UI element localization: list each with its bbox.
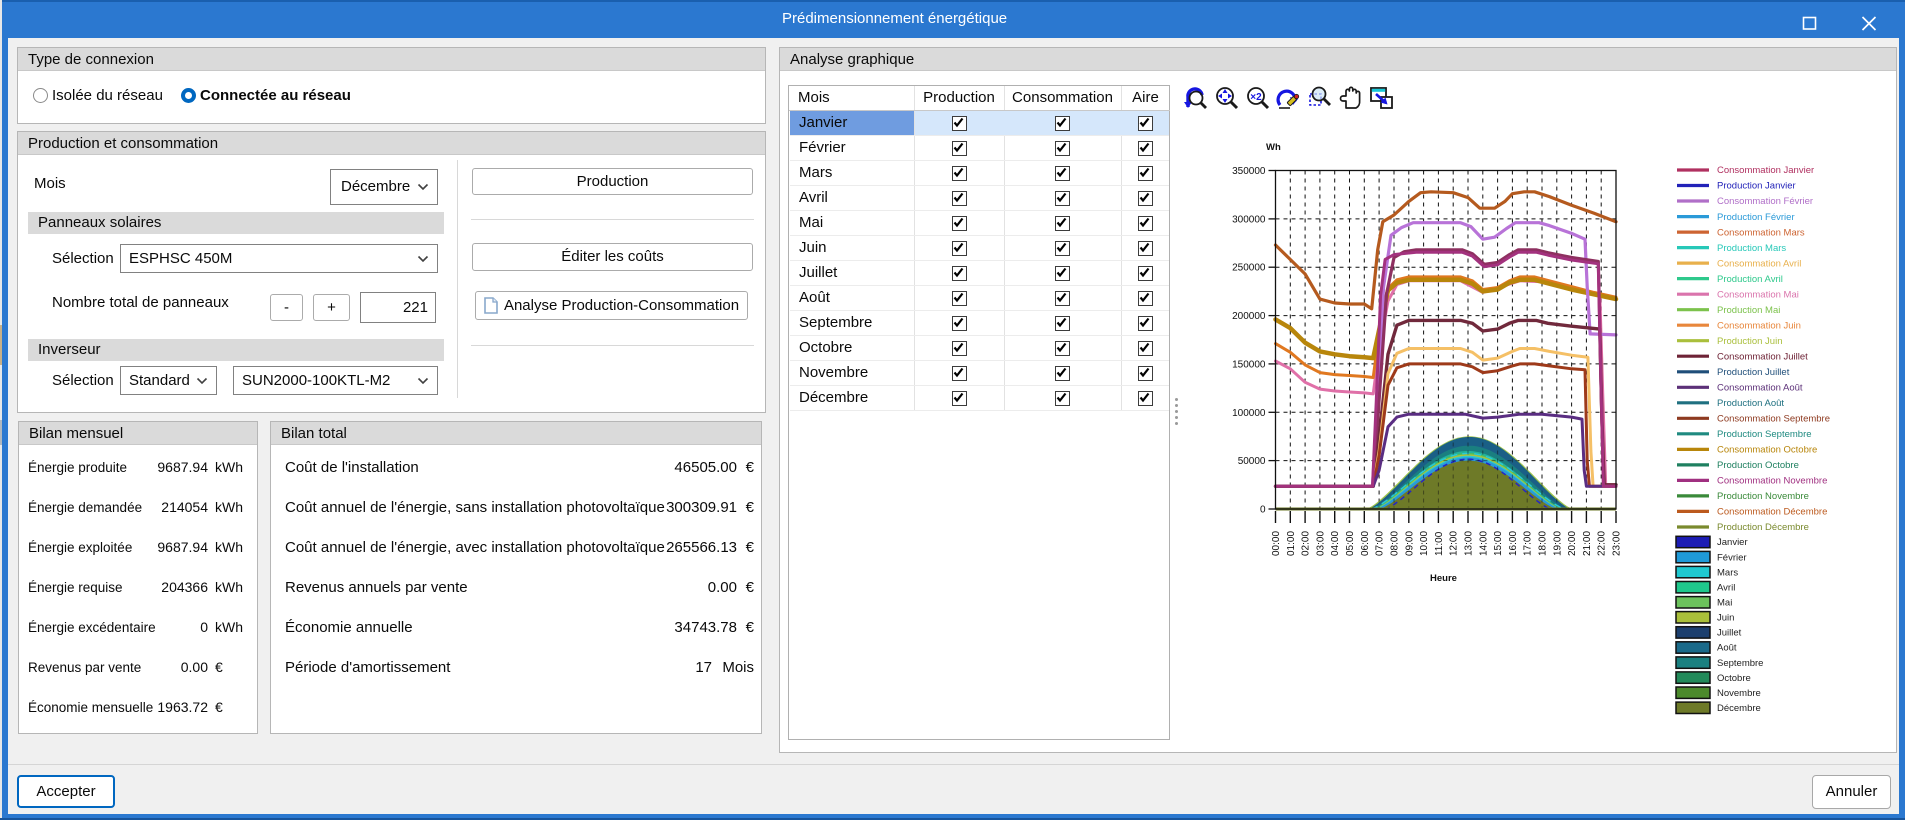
svg-text:17:00: 17:00 [1523,531,1534,556]
svg-text:Production Mai: Production Mai [1717,305,1780,316]
svg-text:Juin: Juin [1717,613,1734,624]
svg-text:Août: Août [1717,643,1737,654]
svg-text:150000: 150000 [1232,359,1266,370]
svg-text:Production Avril: Production Avril [1717,274,1783,285]
svg-text:Consommation Août: Consommation Août [1717,383,1803,394]
svg-text:Production Novembre: Production Novembre [1717,491,1809,502]
svg-text:Mai: Mai [1717,598,1732,609]
svg-text:11:00: 11:00 [1434,531,1445,556]
svg-text:Consommation Octobre: Consommation Octobre [1717,445,1817,456]
svg-text:Consommation Novembre: Consommation Novembre [1717,476,1827,487]
svg-text:Production Septembre: Production Septembre [1717,429,1812,440]
svg-text:×2: ×2 [1250,92,1262,103]
svg-text:Production Février: Production Février [1717,212,1795,223]
svg-text:Consommation Septembre: Consommation Septembre [1717,414,1830,425]
svg-text:Wh: Wh [1266,142,1281,153]
svg-text:Consommation Juillet: Consommation Juillet [1717,351,1808,362]
svg-text:Octobre: Octobre [1717,673,1751,684]
svg-text:Février: Février [1717,552,1747,563]
svg-text:Production Décembre: Production Décembre [1717,522,1809,533]
svg-text:04:00: 04:00 [1330,531,1341,556]
svg-text:01:00: 01:00 [1286,531,1297,556]
svg-text:03:00: 03:00 [1315,531,1326,556]
svg-text:Heure: Heure [1430,573,1457,584]
svg-text:Production Août: Production Août [1717,398,1784,409]
svg-text:Production Mars: Production Mars [1717,243,1786,254]
svg-text:Avril: Avril [1717,582,1735,593]
svg-text:Janvier: Janvier [1717,537,1748,548]
svg-text:15:00: 15:00 [1493,531,1504,556]
svg-text:19:00: 19:00 [1552,531,1563,556]
svg-text:Mars: Mars [1717,567,1738,578]
svg-text:300000: 300000 [1232,214,1266,225]
svg-text:10:00: 10:00 [1419,531,1430,556]
svg-text:00:00: 00:00 [1271,531,1282,556]
svg-text:05:00: 05:00 [1345,531,1356,556]
svg-text:Consommation Avril: Consommation Avril [1717,258,1801,269]
svg-text:08:00: 08:00 [1390,531,1401,556]
svg-text:Décembre: Décembre [1717,703,1761,714]
svg-text:Consommation Février: Consommation Février [1717,196,1813,207]
svg-text:Consommation Mai: Consommation Mai [1717,289,1799,300]
svg-text:Consommation Décembre: Consommation Décembre [1717,507,1827,518]
svg-text:Septembre: Septembre [1717,658,1763,669]
svg-text:0: 0 [1260,505,1266,516]
svg-text:12:00: 12:00 [1449,531,1460,556]
svg-text:Consommation Juin: Consommation Juin [1717,320,1801,331]
svg-text:16:00: 16:00 [1508,531,1519,556]
svg-text:200000: 200000 [1232,311,1266,322]
svg-text:20:00: 20:00 [1567,531,1578,556]
svg-text:21:00: 21:00 [1582,531,1593,556]
svg-text:250000: 250000 [1232,263,1266,274]
svg-text:07:00: 07:00 [1375,531,1386,556]
svg-text:Production Octobre: Production Octobre [1717,460,1799,471]
svg-text:09:00: 09:00 [1404,531,1415,556]
svg-text:14:00: 14:00 [1478,531,1489,556]
svg-text:50000: 50000 [1238,456,1266,467]
svg-text:23:00: 23:00 [1612,531,1623,556]
svg-text:Juillet: Juillet [1717,628,1742,639]
svg-text:Production Janvier: Production Janvier [1717,181,1796,192]
svg-text:06:00: 06:00 [1360,531,1371,556]
svg-text:02:00: 02:00 [1301,531,1312,556]
svg-text:Consommation Janvier: Consommation Janvier [1717,165,1814,176]
svg-text:Consommation Mars: Consommation Mars [1717,227,1805,238]
svg-text:Production Juillet: Production Juillet [1717,367,1790,378]
svg-text:100000: 100000 [1232,408,1266,419]
svg-text:350000: 350000 [1232,166,1266,177]
svg-text:13:00: 13:00 [1464,531,1475,556]
svg-text:Production Juin: Production Juin [1717,336,1782,347]
svg-text:18:00: 18:00 [1538,531,1549,556]
svg-text:Novembre: Novembre [1717,688,1761,699]
svg-text:22:00: 22:00 [1597,531,1608,556]
